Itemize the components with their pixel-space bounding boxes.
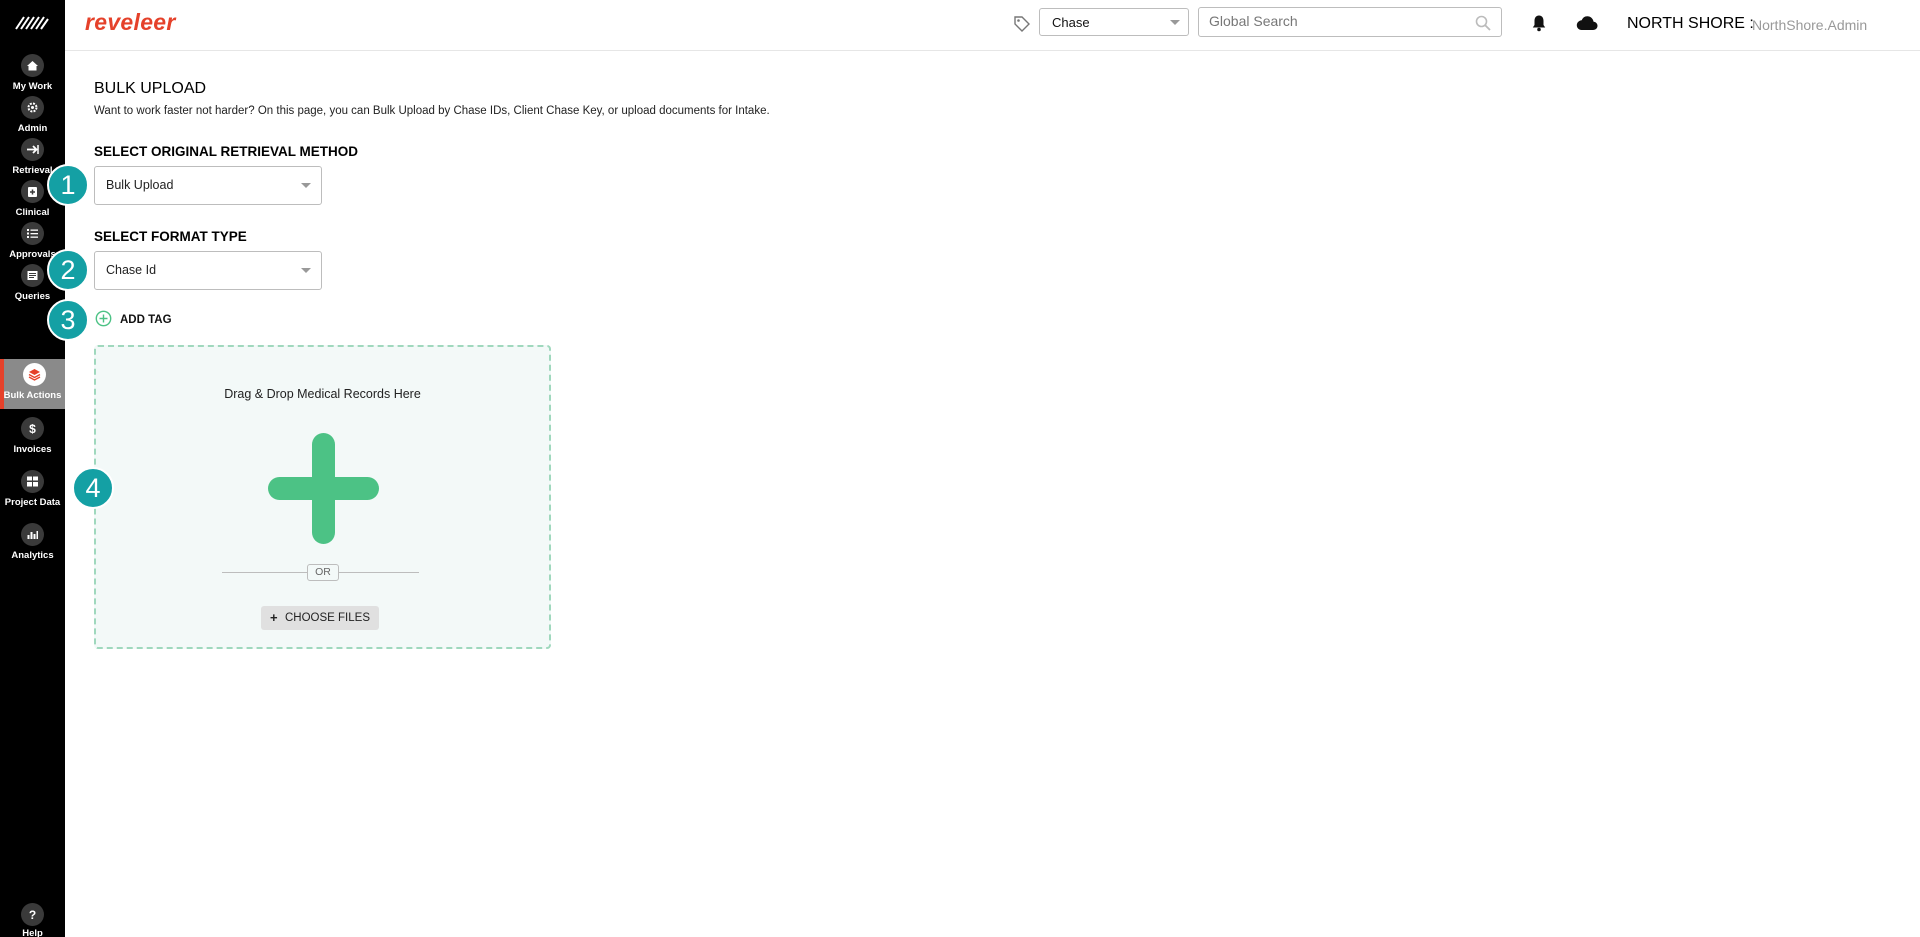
tag-icon [1014, 16, 1030, 32]
cloud-icon[interactable] [1576, 15, 1598, 31]
brand-logo[interactable]: reveleer [85, 9, 176, 36]
bar-chart-icon [21, 523, 44, 546]
app-logo-icon[interactable] [14, 15, 50, 31]
chevron-down-icon [301, 268, 311, 273]
step-marker-2: 2 [47, 249, 89, 291]
global-search-input[interactable]: Global Search [1198, 7, 1502, 37]
chevron-down-icon [1170, 20, 1180, 25]
chase-type-select[interactable]: Chase [1039, 8, 1189, 36]
search-icon[interactable] [1475, 15, 1491, 31]
dollar-icon: $ [21, 417, 44, 440]
format-type-select[interactable]: Chase Id [94, 251, 322, 290]
step-marker-3: 3 [47, 299, 89, 341]
plus-circle-icon [95, 310, 112, 327]
large-plus-icon[interactable] [268, 433, 379, 544]
global-search-placeholder: Global Search [1209, 13, 1298, 29]
step-marker-4: 4 [72, 467, 114, 509]
divider-right [339, 572, 419, 573]
retrieval-method-value: Bulk Upload [106, 178, 174, 192]
sidebar-item-analytics[interactable]: Analytics [0, 519, 65, 569]
sidebar-item-label: My Work [12, 81, 53, 92]
home-icon [21, 54, 44, 77]
sidebar-item-help[interactable]: ? Help [0, 903, 65, 937]
sidebar-item-label: Analytics [11, 550, 54, 561]
dropzone-title: Drag & Drop Medical Records Here [224, 387, 421, 401]
organization-name: NORTH SHORE : [1627, 15, 1754, 32]
add-tag-label: ADD TAG [120, 314, 172, 326]
svg-text:?: ? [29, 908, 36, 921]
retrieval-method-label: SELECT ORIGINAL RETRIEVAL METHOD [94, 144, 359, 159]
sidebar-item-label: Invoices [13, 444, 52, 455]
or-separator: OR [307, 564, 339, 581]
sidebar-item-label: Project Data [4, 497, 61, 508]
sidebar-item-label: Bulk Actions [3, 390, 62, 401]
sidebar-item-invoices[interactable]: $ Invoices [0, 413, 65, 463]
layers-icon [23, 363, 46, 386]
sidebar-item-label: Queries [14, 291, 51, 302]
page-description: Want to work faster not harder? On this … [94, 105, 770, 117]
svg-text:$: $ [29, 422, 36, 435]
sidebar-item-label: Help [22, 928, 43, 937]
format-type-value: Chase Id [106, 263, 157, 277]
retrieval-method-select[interactable]: Bulk Upload [94, 166, 322, 205]
checklist-icon [21, 222, 44, 245]
format-type-label: SELECT FORMAT TYPE [94, 229, 247, 244]
sidebar: My Work Admin Retrieval Clinical Approva… [0, 0, 65, 937]
plus-icon: + [270, 610, 278, 625]
admin-gear-icon [21, 96, 44, 119]
help-question-icon: ? [21, 903, 44, 926]
top-header: reveleer Chase Global Search NORTH SHORE… [65, 0, 1920, 51]
sidebar-item-bulk-actions[interactable]: Bulk Actions [0, 359, 65, 409]
step-marker-1: 1 [47, 164, 89, 206]
user-name[interactable]: NorthShore.Admin [1752, 17, 1867, 33]
queries-list-icon [21, 264, 44, 287]
bell-icon[interactable] [1531, 14, 1547, 32]
clinical-clipboard-icon [21, 180, 44, 203]
chevron-down-icon [301, 183, 311, 188]
choose-files-label: CHOOSE FILES [285, 612, 370, 624]
sidebar-item-label: Admin [17, 123, 48, 134]
arrow-right-icon [21, 138, 44, 161]
choose-files-button[interactable]: + CHOOSE FILES [261, 606, 379, 630]
project-data-icon [21, 470, 44, 493]
file-dropzone[interactable]: Drag & Drop Medical Records Here OR + CH… [94, 345, 551, 649]
sidebar-item-label: Clinical [15, 207, 50, 218]
chase-type-select-value: Chase [1052, 15, 1090, 30]
sidebar-item-project-data[interactable]: Project Data [0, 466, 65, 516]
divider-left [222, 572, 307, 573]
page-title: BULK UPLOAD [94, 80, 207, 97]
